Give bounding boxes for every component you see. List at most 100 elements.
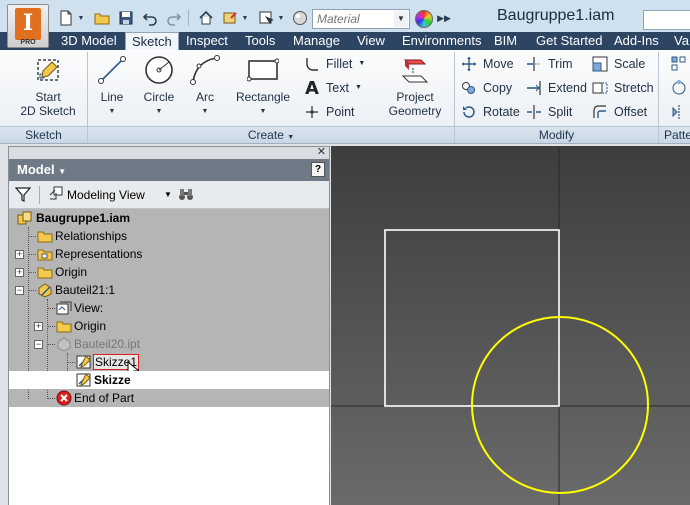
application-menu-button[interactable]: I PRO (7, 4, 49, 48)
redo-icon[interactable] (164, 9, 184, 27)
move-button[interactable]: Move (460, 54, 514, 74)
update-dropdown-icon[interactable]: ▼ (240, 9, 250, 27)
tree-node-view[interactable]: View: (9, 299, 329, 317)
select-dropdown-icon[interactable]: ▼ (276, 9, 286, 27)
tree-node-assembly[interactable]: Baugruppe1.iam (9, 209, 329, 227)
rectangle-button[interactable]: Rectangle ▼ (232, 54, 294, 119)
save-icon[interactable] (116, 9, 136, 27)
tab-inspect[interactable]: Inspect (186, 32, 228, 50)
expand-icon[interactable]: + (34, 322, 43, 331)
sketch-rectangle[interactable] (384, 229, 560, 407)
tree-node-part-occurrence[interactable]: − Bauteil21:1 (9, 281, 329, 299)
tab-manage[interactable]: Manage (293, 32, 340, 50)
chevron-down-icon[interactable]: ▼ (394, 11, 408, 27)
undo-icon[interactable] (140, 9, 160, 27)
browser-title[interactable]: Model ▼ (17, 162, 66, 177)
scale-button[interactable]: Scale (591, 54, 645, 74)
tab-3d-model[interactable]: 3D Model (61, 32, 117, 50)
graphics-window[interactable] (331, 146, 690, 505)
arc-button[interactable]: Arc ▼ (188, 54, 222, 119)
rotate-button[interactable]: Rotate (460, 102, 520, 122)
tree-node-representations[interactable]: + Representations (9, 245, 329, 263)
circular-pattern-icon (670, 79, 688, 97)
tab-get-started[interactable]: Get Started (536, 32, 602, 50)
collapse-icon[interactable]: − (34, 340, 43, 349)
start-2d-sketch-button[interactable]: Start 2D Sketch (12, 54, 84, 118)
search-input[interactable] (643, 10, 690, 30)
split-icon (525, 103, 543, 121)
tree-label: Relationships (55, 229, 128, 243)
end-of-part-icon (56, 390, 72, 406)
point-button[interactable]: Point (303, 102, 355, 122)
modeling-view-dropdown[interactable]: Modeling View (67, 188, 145, 202)
update-icon[interactable] (220, 9, 240, 27)
chevron-down-icon: ▼ (358, 60, 366, 67)
stretch-button[interactable]: Stretch (591, 78, 654, 98)
trim-button[interactable]: Trim (525, 54, 573, 74)
tree-node-derived-part[interactable]: − Bauteil20.ipt (9, 335, 329, 353)
line-button[interactable]: Line ▼ (94, 54, 130, 119)
tree-node-relationships[interactable]: Relationships (9, 227, 329, 245)
tree-node-sketch-2[interactable]: Skizze (9, 371, 329, 389)
folder-icon (56, 318, 72, 334)
part-edit-icon (37, 282, 53, 298)
tab-add-ins[interactable]: Add-Ins (614, 32, 659, 50)
tree-node-part-origin[interactable]: + Origin (9, 317, 329, 335)
new-dropdown-icon[interactable]: ▼ (76, 9, 86, 27)
toolbar-separator (188, 10, 189, 26)
project-geometry-button[interactable]: Project Geometry (382, 54, 448, 118)
tree-node-end-of-part[interactable]: End of Part (9, 389, 329, 407)
project-label-1: Project (396, 90, 434, 104)
sketch-circle[interactable] (471, 316, 649, 494)
collapse-icon[interactable]: − (15, 286, 24, 295)
rectangle-label: Rectangle (235, 90, 291, 104)
select-filter-icon[interactable] (256, 9, 276, 27)
circle-button[interactable]: Circle ▼ (140, 54, 178, 119)
text-button[interactable]: A Text ▼ (303, 78, 362, 99)
close-icon[interactable]: ✕ (317, 145, 326, 158)
rotate-icon (460, 103, 478, 121)
expand-icon[interactable]: + (15, 250, 24, 259)
binoculars-icon[interactable] (178, 186, 196, 204)
copy-button[interactable]: Copy (460, 78, 512, 98)
browser-grip-bar: ✕ (9, 145, 329, 159)
extend-button[interactable]: Extend (525, 78, 587, 98)
new-file-icon[interactable] (56, 9, 76, 27)
offset-button[interactable]: Offset (591, 102, 647, 122)
tree-label: End of Part (74, 391, 135, 405)
tab-vault[interactable]: Va (674, 32, 689, 50)
home-icon[interactable] (196, 9, 216, 27)
circular-pattern-button[interactable] (670, 78, 690, 98)
assembly-icon (17, 210, 33, 226)
tab-view[interactable]: View (357, 32, 385, 50)
split-button[interactable]: Split (525, 102, 572, 122)
chevron-down-icon[interactable]: ▼ (164, 190, 172, 199)
project-label-2: Geometry (388, 104, 442, 118)
start-label-2: 2D Sketch (20, 104, 76, 118)
more-tools-icon[interactable]: ▶▶ (437, 9, 451, 27)
tab-bim[interactable]: BIM (494, 32, 517, 50)
material-combo[interactable]: Material ▼ (312, 9, 410, 29)
browser-header: Model ▼ ? (9, 159, 329, 181)
material-sphere-icon[interactable] (290, 9, 310, 27)
filter-icon[interactable] (14, 186, 33, 204)
tab-sketch[interactable]: Sketch (125, 32, 179, 51)
tab-tools[interactable]: Tools (245, 32, 275, 50)
browser-toolbar: Modeling View ▼ (9, 181, 329, 209)
fillet-button[interactable]: Fillet ▼ (303, 54, 365, 74)
tree-node-origin[interactable]: + Origin (9, 263, 329, 281)
appearance-color-icon[interactable] (415, 10, 433, 28)
mirror-button[interactable] (670, 102, 690, 122)
open-folder-icon[interactable] (92, 9, 112, 27)
tab-environments[interactable]: Environments (402, 32, 481, 50)
rotate-label: Rotate (483, 105, 520, 119)
expand-icon[interactable]: + (15, 268, 24, 277)
rectangular-pattern-button[interactable] (670, 54, 690, 74)
sketch-canvas[interactable] (331, 146, 690, 505)
panel-label-create[interactable]: Create ▼ (88, 126, 454, 143)
stretch-label: Stretch (614, 81, 654, 95)
help-icon[interactable]: ? (311, 162, 325, 177)
tree-label: Origin (55, 265, 88, 279)
project-geometry-icon (401, 59, 429, 83)
tree-node-sketch-1[interactable]: Skizze1 (9, 353, 329, 379)
